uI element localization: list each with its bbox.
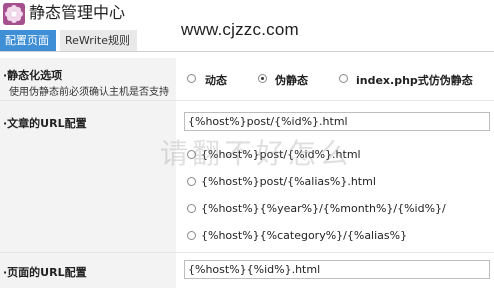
radio-pseudo-static-label: 伪静态 <box>275 74 308 87</box>
page-title: 静态管理中心 <box>29 3 126 22</box>
article-url-input[interactable]: {%host%}post/{%id%}.html <box>184 112 490 131</box>
page-url-row: ·页面的URL配置 {%host%}{%id%}.html <box>0 253 494 288</box>
radio-dynamic[interactable] <box>187 74 196 83</box>
radio-article-url-3[interactable] <box>187 204 196 213</box>
page-url-label-cell: ·页面的URL配置 <box>0 253 176 288</box>
static-mode-label: ·静态化选项 <box>3 69 63 82</box>
radio-article-url-2[interactable] <box>187 177 196 186</box>
static-mode-row: ·静态化选项 使用伪静态前必须确认主机是否支持 动态 伪静态 index.php… <box>0 58 494 101</box>
article-url-option-3: {%host%}{%year%}/{%month%}/{%id%}/ <box>201 202 446 215</box>
static-mode-hint: 使用伪静态前必须确认主机是否支持 <box>9 87 169 98</box>
static-mode-label-cell: ·静态化选项 使用伪静态前必须确认主机是否支持 <box>0 58 176 100</box>
tab-config-page[interactable]: 配置页面 <box>0 30 56 51</box>
page-url-label: ·页面的URL配置 <box>3 266 87 279</box>
radio-article-url-4[interactable] <box>187 231 196 240</box>
flower-logo-icon <box>3 3 25 25</box>
radio-pseudo-static[interactable] <box>258 74 267 83</box>
article-url-option-2: {%host%}post/{%alias%}.html <box>201 175 376 188</box>
article-url-option-4: {%host%}{%category%}/{%alias%} <box>201 229 408 242</box>
article-url-row: ·文章的URL配置 {%host%}post/{%id%}.html {%hos… <box>0 101 494 253</box>
page-url-input[interactable]: {%host%}{%id%}.html <box>184 260 490 279</box>
radio-article-url-1[interactable] <box>187 150 196 159</box>
radio-index-php[interactable] <box>339 74 348 83</box>
tab-bar: 配置页面 ReWrite规则 <box>0 30 494 52</box>
radio-index-php-label: index.php式仿伪静态 <box>356 74 473 87</box>
article-url-label: ·文章的URL配置 <box>3 117 87 130</box>
tab-rewrite-rules[interactable]: ReWrite规则 <box>60 30 137 51</box>
article-url-label-cell: ·文章的URL配置 <box>0 101 176 252</box>
article-url-option-1: {%host%}post/{%id%}.html <box>201 148 361 161</box>
radio-dynamic-label: 动态 <box>205 74 227 87</box>
